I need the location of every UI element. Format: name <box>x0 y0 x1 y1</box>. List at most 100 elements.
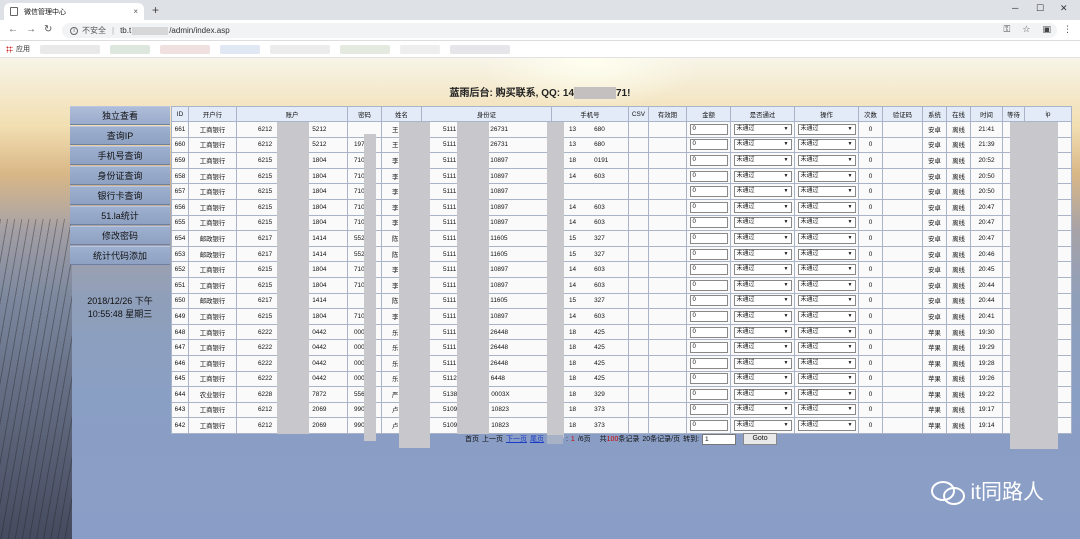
amount-input[interactable]: 0 <box>689 201 728 213</box>
star-icon[interactable]: ☆ <box>1022 24 1030 35</box>
minimize-icon[interactable]: ─ <box>1012 3 1018 13</box>
sidebar-item-add-stats-code[interactable]: 统计代码添加 <box>70 246 170 265</box>
passed-select[interactable]: 未通过 <box>733 170 792 182</box>
action-select[interactable]: 未通过 <box>797 201 856 213</box>
back-icon[interactable]: ← <box>8 24 18 35</box>
amount-input[interactable]: 0 <box>689 310 728 322</box>
pager-goto-input[interactable]: 1 <box>702 433 737 445</box>
passed-select[interactable]: 未通过 <box>733 357 792 369</box>
key-icon[interactable]: ⚿ <box>1004 24 1011 35</box>
pager-next[interactable]: 下一页 <box>506 434 527 444</box>
passed-select[interactable]: 未通过 <box>733 310 792 322</box>
passed-select[interactable]: 未通过 <box>733 248 792 260</box>
bookmark-masked[interactable] <box>110 44 150 54</box>
sidebar-item-ip-query[interactable]: 查询IP <box>70 126 170 145</box>
amount-input[interactable]: 0 <box>689 279 728 291</box>
action-select[interactable]: 未通过 <box>797 357 856 369</box>
bookmark-masked[interactable] <box>450 44 510 54</box>
info-icon[interactable]: i <box>70 26 78 35</box>
pager-last[interactable]: 尾页 <box>530 434 544 444</box>
sidebar-item-change-password[interactable]: 修改密码 <box>70 226 170 245</box>
sidebar-item-51la-stats[interactable]: 51.la统计 <box>70 206 170 225</box>
bookmark-masked[interactable] <box>400 44 440 54</box>
sidebar-item-bankcard-query[interactable]: 银行卡查询 <box>70 186 170 205</box>
amount-input[interactable]: 0 <box>689 357 728 369</box>
action-select[interactable]: 未通过 <box>797 420 856 432</box>
action-select[interactable]: 未通过 <box>797 264 856 276</box>
browser-tab[interactable]: 微信管理中心 × <box>4 3 144 20</box>
passed-select[interactable]: 未通过 <box>733 373 792 385</box>
bookmark-masked[interactable] <box>270 44 330 54</box>
amount-input[interactable]: 0 <box>689 217 728 229</box>
passed-select[interactable]: 未通过 <box>733 342 792 354</box>
passed-select[interactable]: 未通过 <box>733 217 792 229</box>
goto-button[interactable]: Goto <box>743 433 778 445</box>
passed-select[interactable]: 未通过 <box>733 154 792 166</box>
action-select[interactable]: 未通过 <box>797 217 856 229</box>
amount-input[interactable]: 0 <box>689 342 728 354</box>
action-select[interactable]: 未通过 <box>797 123 856 135</box>
action-select[interactable]: 未通过 <box>797 232 856 244</box>
bookmark-masked[interactable] <box>160 44 210 54</box>
passed-select[interactable]: 未通过 <box>733 139 792 151</box>
amount-input[interactable]: 0 <box>689 326 728 338</box>
passed-select[interactable]: 未通过 <box>733 123 792 135</box>
amount-input[interactable]: 0 <box>689 139 728 151</box>
action-select[interactable]: 未通过 <box>797 186 856 198</box>
passed-select[interactable]: 未通过 <box>733 404 792 416</box>
amount-input[interactable]: 0 <box>689 373 728 385</box>
bookmark-apps[interactable]: 应用 <box>6 44 30 54</box>
action-select[interactable]: 未通过 <box>797 373 856 385</box>
amount-input[interactable]: 0 <box>689 420 728 432</box>
passed-select[interactable]: 未通过 <box>733 388 792 400</box>
amount-input[interactable]: 0 <box>689 264 728 276</box>
action-select[interactable]: 未通过 <box>797 154 856 166</box>
action-select[interactable]: 未通过 <box>797 139 856 151</box>
close-tab-icon[interactable]: × <box>133 7 138 16</box>
extension-icon[interactable]: ▣ <box>1042 24 1051 35</box>
reload-icon[interactable]: ↻ <box>44 24 52 35</box>
maximize-icon[interactable]: ☐ <box>1036 3 1044 14</box>
amount-input[interactable]: 0 <box>689 123 728 135</box>
amount-input[interactable]: 0 <box>689 388 728 400</box>
bookmark-masked[interactable] <box>40 44 100 54</box>
amount-input[interactable]: 0 <box>689 404 728 416</box>
passed-select[interactable]: 未通过 <box>733 201 792 213</box>
passed-select[interactable]: 未通过 <box>733 232 792 244</box>
amount-input[interactable]: 0 <box>689 248 728 260</box>
amount-input[interactable]: 0 <box>689 170 728 182</box>
sidebar-item-view[interactable]: 独立查看 <box>70 106 170 125</box>
cell-captcha <box>882 386 923 403</box>
close-window-icon[interactable]: ✕ <box>1060 3 1068 14</box>
action-select[interactable]: 未通过 <box>797 404 856 416</box>
action-select[interactable]: 未通过 <box>797 279 856 291</box>
amount-input[interactable]: 0 <box>689 295 728 307</box>
passed-select[interactable]: 未通过 <box>733 264 792 276</box>
amount-input[interactable]: 0 <box>689 186 728 198</box>
sidebar-item-phone-query[interactable]: 手机号查询 <box>70 146 170 165</box>
passed-select[interactable]: 未通过 <box>733 326 792 338</box>
passed-select[interactable]: 未通过 <box>733 420 792 432</box>
action-select[interactable]: 未通过 <box>797 295 856 307</box>
action-select[interactable]: 未通过 <box>797 388 856 400</box>
amount-input[interactable]: 0 <box>689 154 728 166</box>
action-select[interactable]: 未通过 <box>797 310 856 322</box>
pager-first[interactable]: 首页 <box>465 434 479 444</box>
passed-select[interactable]: 未通过 <box>733 279 792 291</box>
menu-icon[interactable]: ⋮ <box>1063 24 1072 35</box>
new-tab-icon[interactable]: + <box>152 3 159 17</box>
action-select[interactable]: 未通过 <box>797 248 856 260</box>
passed-select[interactable]: 未通过 <box>733 295 792 307</box>
pager-prev[interactable]: 上一页 <box>482 434 503 444</box>
bookmark-masked[interactable] <box>340 44 390 54</box>
action-select[interactable]: 未通过 <box>797 326 856 338</box>
action-select[interactable]: 未通过 <box>797 342 856 354</box>
forward-icon[interactable]: → <box>26 24 36 35</box>
url-input[interactable]: i 不安全 | tb.t /admin/index.asp <box>62 23 1057 38</box>
bookmark-masked[interactable] <box>220 44 260 54</box>
cell-captcha <box>882 323 923 341</box>
sidebar-item-idcard-query[interactable]: 身份证查询 <box>70 166 170 185</box>
passed-select[interactable]: 未通过 <box>733 186 792 198</box>
amount-input[interactable]: 0 <box>689 232 728 244</box>
action-select[interactable]: 未通过 <box>797 170 856 182</box>
